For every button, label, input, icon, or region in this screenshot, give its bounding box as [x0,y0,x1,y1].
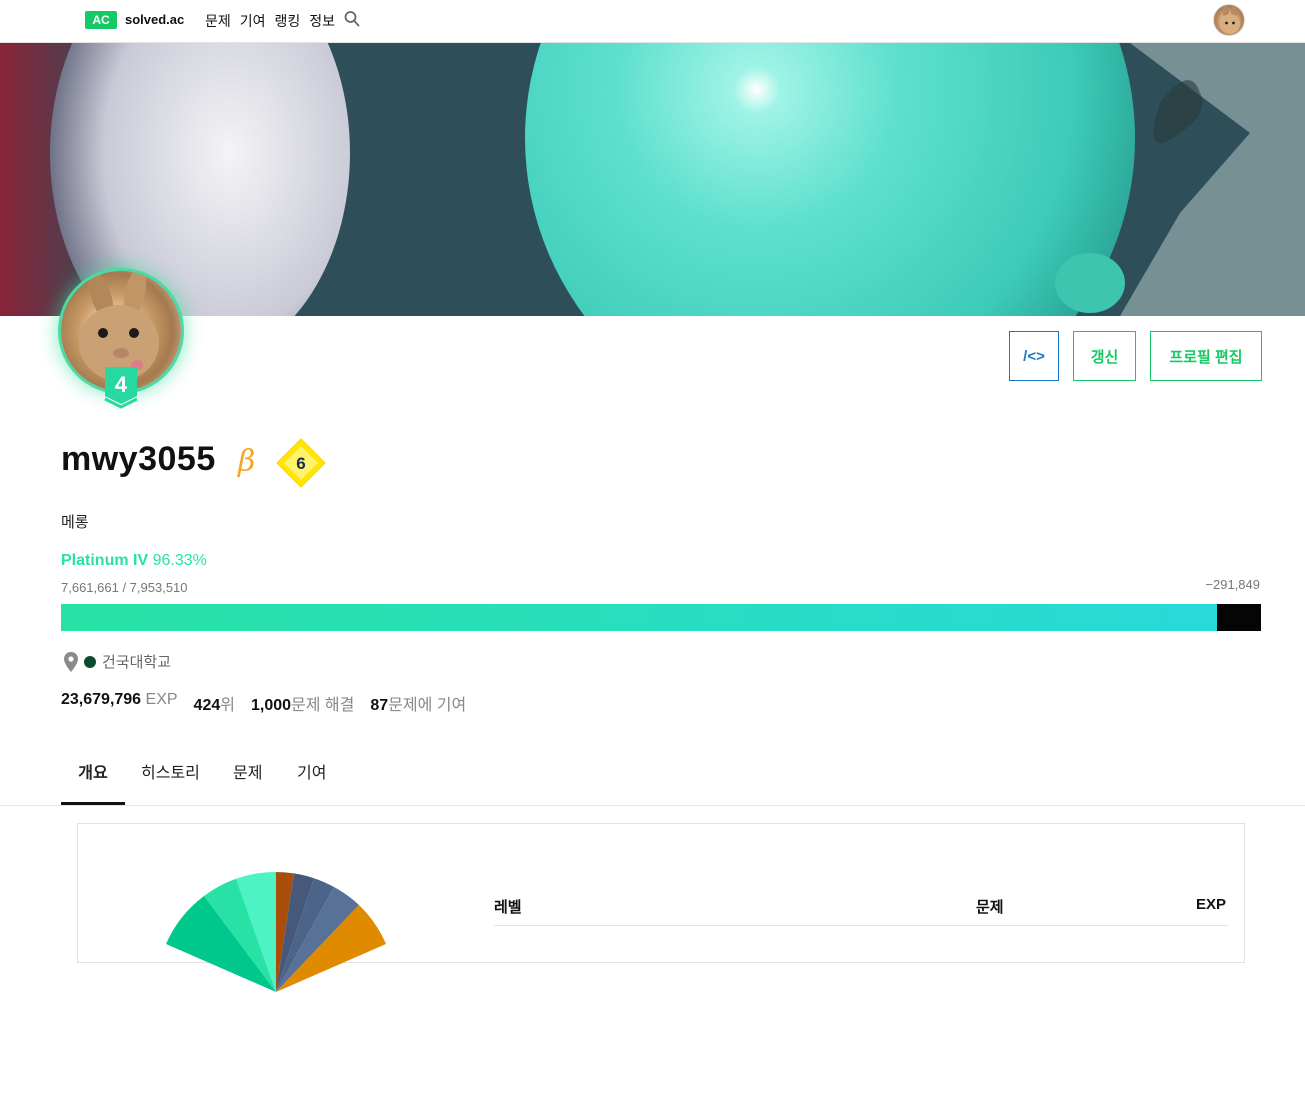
tab-history[interactable]: 히스토리 [141,744,200,805]
username: mwy3055 [61,440,216,478]
bio: 메롱 [61,514,89,531]
school-row: 건국대학교 [64,651,171,672]
tier-badge-number: 4 [115,372,128,397]
school-color-dot [84,655,96,668]
user-avatar[interactable] [1213,4,1245,36]
col-header-exp[interactable]: EXP [1196,896,1226,913]
profile-tabs: 개요 히스토리 문제 기여 [0,744,1305,806]
col-header-problems[interactable]: 문제 [976,896,1004,917]
profile-banner [0,43,1305,316]
embed-code-button[interactable]: /<> [1009,331,1059,381]
school-name[interactable]: 건국대학교 [102,651,171,672]
rating-text: 7,661,661 / 7,953,510 [61,580,188,595]
tab-problems[interactable]: 문제 [233,744,262,805]
banner-image [0,43,1305,316]
stat-rank[interactable]: 424위 [194,691,235,715]
tier-percent: 96.33% [152,552,207,569]
stat-exp: 23,679,796 EXP [61,691,178,708]
tier-progress-fill [61,604,1217,631]
nav-menu: 문제 기여 랭킹 정보 [205,11,335,31]
rating-diff: −291,849 [1205,577,1260,592]
nav-item-contribute[interactable]: 기여 [240,11,266,31]
beta-mark: β [238,444,256,479]
top-nav: AC solved.ac 문제 기여 랭킹 정보 [0,0,1305,43]
stat-contrib: 87문제에 기여 [370,697,467,714]
refresh-button[interactable]: 갱신 [1073,331,1136,381]
class-badge-icon: 6 [276,438,326,488]
tier-name: Platinum IV [61,552,149,569]
tier-line: Platinum IV 96.33% [61,552,207,570]
tab-contributions[interactable]: 기여 [297,744,326,805]
logo-text[interactable]: solved.ac [125,12,184,27]
logo-badge[interactable]: AC [85,11,117,29]
nav-item-info[interactable]: 정보 [309,11,335,31]
stat-solved: 1,000문제 해결 [250,697,355,714]
level-distribution-pie [166,872,386,992]
location-pin-icon [64,651,78,672]
tier-progress-bar [61,604,1261,631]
edit-profile-button[interactable]: 프로필 편집 [1150,331,1262,381]
table-header-divider [494,925,1228,926]
nav-item-ranking[interactable]: 랭킹 [275,11,301,31]
search-icon[interactable] [344,10,360,28]
class-number: 6 [296,454,305,473]
nav-item-problems[interactable]: 문제 [205,11,231,31]
tab-overview[interactable]: 개요 [61,744,125,805]
stats-row: 23,679,796 EXP 424위 1,000문제 해결 87문제에 기여 [61,691,466,715]
tier-badge-icon: 4 [104,367,138,409]
col-header-level[interactable]: 레벨 [494,896,522,917]
overview-card: 레벨 문제 EXP [77,823,1245,992]
